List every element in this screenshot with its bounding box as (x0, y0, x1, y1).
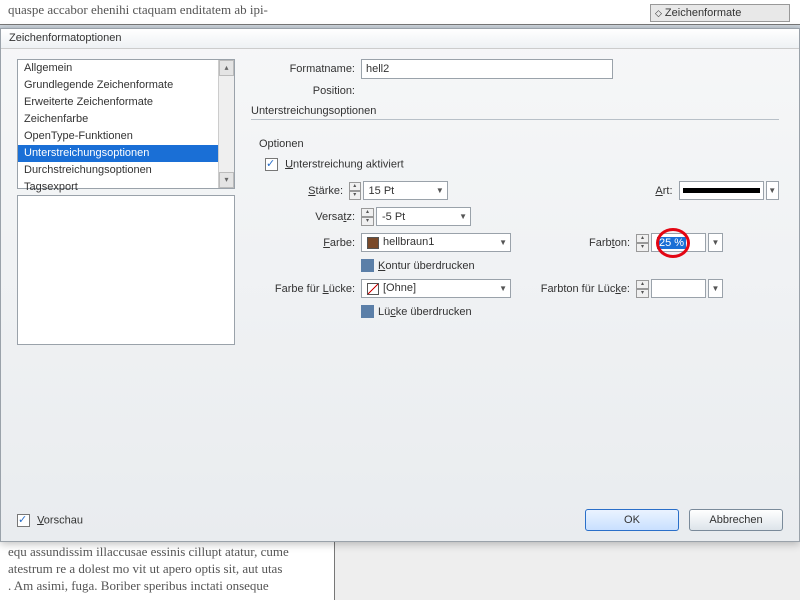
farbton-luecke-dropdown-arrow[interactable]: ▼ (708, 279, 723, 298)
position-label: Position: (251, 85, 361, 97)
nav-item-zeichenfarbe[interactable]: Zeichenfarbe (18, 111, 234, 128)
farbe-luecke-dropdown[interactable]: [Ohne]▼ (361, 279, 511, 298)
character-style-options-dialog: Zeichenformatoptionen Allgemein Grundleg… (0, 28, 800, 542)
nav-item-durchstreichung[interactable]: Durchstreichungsoptionen (18, 162, 234, 179)
kontur-label: Kontur überdrucken (378, 260, 475, 272)
staerke-label: Stärke: (251, 185, 349, 197)
formatname-input[interactable] (361, 59, 613, 79)
dialog-content: Formatname: Position: Unterstreichungsop… (251, 59, 779, 325)
farbton-stepper[interactable]: ▴▾ (636, 234, 649, 252)
step-down-icon: ▾ (636, 289, 649, 298)
versatz-stepper[interactable]: ▴▾ (361, 208, 374, 226)
chevron-down-icon: ▼ (436, 186, 444, 195)
luecke-ueber-checkbox[interactable] (361, 305, 374, 318)
versatz-label: Versatz: (251, 211, 361, 223)
step-up-icon: ▴ (636, 234, 649, 243)
nav-item-tagsexport[interactable]: Tagsexport (18, 179, 234, 196)
versatz-dropdown[interactable]: -5 Pt▼ (376, 207, 471, 226)
luecke-ueber-label: Lücke überdrucken (378, 306, 472, 318)
nav-item-opentype[interactable]: OpenType-Funktionen (18, 128, 234, 145)
farbton-luecke-input[interactable] (651, 279, 706, 298)
step-down-icon: ▾ (636, 243, 649, 252)
farbton-label: Farbton: (511, 237, 636, 249)
chevron-down-icon: ▼ (499, 284, 507, 293)
step-up-icon: ▴ (349, 182, 361, 191)
farbton-dropdown-arrow[interactable]: ▼ (708, 233, 723, 252)
art-label: Art: (448, 185, 679, 197)
art-dropdown[interactable] (679, 181, 764, 200)
doc-text: equ assundissim illaccusae essinis cillu… (8, 544, 326, 561)
chevron-down-icon: ▼ (459, 212, 467, 221)
doc-background-bottom: equ assundissim illaccusae essinis cillu… (0, 542, 335, 600)
style-preview-box (17, 195, 235, 345)
scroll-down-icon[interactable]: ▾ (219, 172, 234, 188)
art-dropdown-arrow[interactable]: ▼ (766, 181, 780, 200)
chevron-down-icon: ▼ (499, 238, 507, 247)
panel-tab-zeichenformate[interactable]: ◇ Zeichenformate (650, 4, 790, 22)
staerke-stepper[interactable]: ▴▾ (349, 182, 361, 200)
nav-item-allgemein[interactable]: Allgemein (18, 60, 234, 77)
nav-item-grundlegende[interactable]: Grundlegende Zeichenformate (18, 77, 234, 94)
diamond-icon: ◇ (655, 8, 662, 19)
nav-list[interactable]: Allgemein Grundlegende Zeichenformate Er… (17, 59, 235, 189)
step-up-icon: ▴ (361, 208, 374, 217)
options-heading: Optionen (259, 138, 779, 150)
none-swatch-icon (367, 283, 379, 295)
farbe-label: Farbe: (251, 237, 361, 249)
step-down-icon: ▾ (361, 217, 374, 226)
farbton-luecke-label: Farbton für Lücke: (511, 283, 636, 295)
formatname-label: Formatname: (251, 63, 361, 75)
step-up-icon: ▴ (636, 280, 649, 289)
ok-button[interactable]: OK (585, 509, 679, 531)
nav-item-unterstreichung[interactable]: Unterstreichungsoptionen (18, 145, 234, 162)
doc-text: atestrum re a dolest mo vit ut apero opt… (8, 561, 326, 578)
color-swatch-icon (367, 237, 379, 249)
dialog-nav: Allgemein Grundlegende Zeichenformate Er… (17, 59, 235, 345)
staerke-dropdown[interactable]: 15 Pt▼ (363, 181, 448, 200)
nav-item-erweiterte[interactable]: Erweiterte Zeichenformate (18, 94, 234, 111)
kontur-checkbox[interactable] (361, 259, 374, 272)
scroll-up-icon[interactable]: ▴ (219, 60, 234, 76)
dialog-title: Zeichenformatoptionen (1, 29, 799, 49)
farbe-luecke-label: Farbe für Lücke: (251, 283, 361, 295)
step-down-icon: ▾ (349, 191, 361, 200)
preview-checkbox[interactable] (17, 514, 30, 527)
line-style-icon (683, 188, 760, 193)
farbton-luecke-stepper[interactable]: ▴▾ (636, 280, 649, 298)
doc-text: . Am asimi, fuga. Boriber speribus incta… (8, 578, 326, 595)
preview-label: Vorschau (37, 514, 83, 526)
cancel-button[interactable]: Abbrechen (689, 509, 783, 531)
panel-tab-label: Zeichenformate (665, 7, 741, 19)
underline-active-label: Unterstreichung aktiviert (285, 158, 404, 170)
doc-text: quaspe accabor ehenihi ctaquam enditatem… (8, 2, 268, 17)
farbton-input[interactable]: 25 % (651, 233, 706, 252)
farbe-dropdown[interactable]: hellbraun1▼ (361, 233, 511, 252)
nav-scrollbar[interactable]: ▴ ▾ (218, 60, 234, 188)
underline-active-checkbox[interactable] (265, 158, 278, 171)
section-title: Unterstreichungsoptionen (251, 105, 779, 120)
